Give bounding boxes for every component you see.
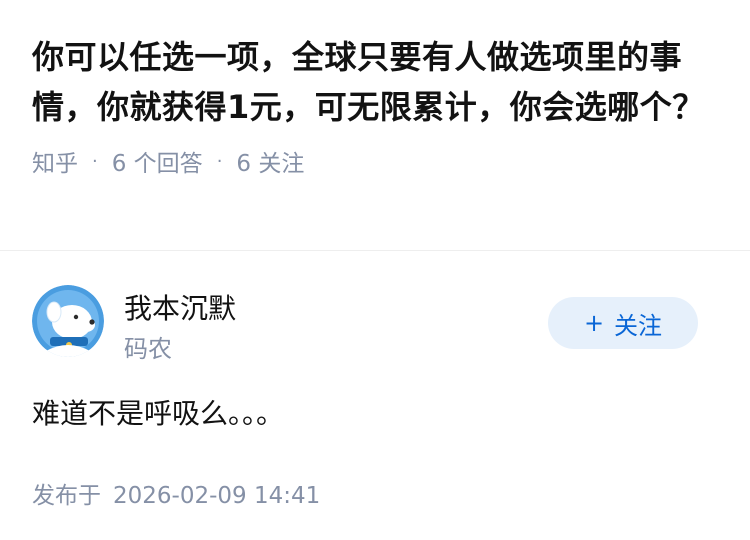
meta-separator: · [216, 150, 223, 172]
follow-label: 关注 [614, 311, 663, 340]
source-label[interactable]: 知乎 [32, 144, 78, 178]
question-title[interactable]: 你可以任选一项，全球只要有人做选项里的事情，你就获得1元，可无限累计，你会选哪个… [32, 32, 722, 132]
avatar[interactable] [32, 285, 104, 357]
question-header: 你可以任选一项，全球只要有人做选项里的事情，你就获得1元，可无限累计，你会选哪个… [32, 32, 722, 178]
plus-icon: + [583, 309, 605, 337]
answer-text: 难道不是呼吸么。。。 [32, 397, 285, 430]
posted-timestamp: 2026-02-09 14:41 [113, 483, 321, 509]
question-meta: 知乎 · 6 个回答 · 6 关注 [32, 144, 722, 178]
meta-separator: · [92, 150, 98, 172]
answer-count[interactable]: 6 个回答 [112, 144, 203, 178]
follower-count: 6 关注 [236, 151, 305, 177]
post-time: 发布于 2026-02-09 14:41 [32, 476, 320, 510]
section-divider [0, 250, 750, 251]
author-name[interactable]: 我本沉默 [124, 287, 236, 327]
author-row: 我本沉默 码农 + 关注 [32, 285, 722, 363]
posted-label: 发布于 [32, 483, 101, 509]
cartoon-dog-avatar-icon [32, 285, 104, 357]
follow-button[interactable]: + 关注 [548, 297, 698, 349]
author-tagline: 码农 [124, 335, 172, 363]
